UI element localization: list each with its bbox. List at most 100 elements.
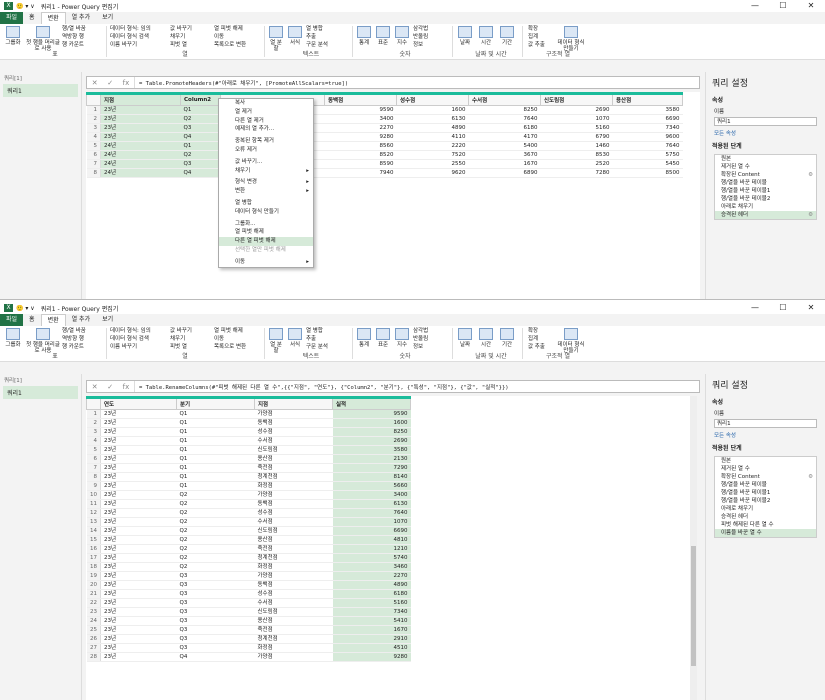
table-cell[interactable]: Q3 [180,123,221,133]
reverse-rows-button[interactable]: 역방향 행 [62,336,84,343]
close-icon[interactable]: ✕ [92,79,98,87]
tab-home[interactable]: 홈 [23,12,41,24]
table-cell[interactable]: 8560 [324,141,397,151]
group-by-button[interactable]: 그룹화 [2,328,24,348]
column-header[interactable]: 수서점 [468,92,541,106]
aggregate-button[interactable]: 집계 [528,34,538,41]
column-header[interactable]: 실적 [332,396,411,410]
table-cell[interactable]: 9590 [332,409,411,419]
table-cell[interactable]: 1210 [332,544,411,554]
date-button[interactable]: 날짜 [456,328,474,348]
table-cell[interactable]: 23년 [100,517,177,527]
table-cell[interactable]: Q2 [176,526,255,536]
table-cell[interactable]: 23년 [100,409,177,419]
aggregate-button[interactable]: 집계 [528,336,538,343]
tab-add-column[interactable]: 열 추가 [66,12,96,24]
context-menu-item[interactable]: 열 제거 [219,108,313,117]
applied-step[interactable]: 확장된 Content ⚙ [715,473,816,481]
table-cell[interactable]: Q2 [180,150,221,160]
table-cell[interactable]: 동백점 [254,499,333,509]
column-header[interactable]: 용산점 [612,92,683,106]
table-cell[interactable]: 8250 [468,105,541,115]
data-type-dropdown[interactable]: 데이터 형식: 임의 [110,328,151,335]
statistics-button[interactable]: 통계 [356,328,372,348]
context-menu-item[interactable]: 오류 제거 [219,146,313,155]
date-button[interactable]: 날짜 [456,26,474,46]
table-cell[interactable]: 3400 [332,490,411,500]
extract-button[interactable]: 추출 [306,34,316,41]
context-menu-item[interactable]: 변환 ▸ [219,187,313,196]
applied-step[interactable]: 행/열을 바꾼 테이블 [715,481,816,489]
table-cell[interactable]: 3670 [468,150,541,160]
table-cell[interactable]: 5160 [332,598,411,608]
applied-step[interactable]: 제거된 열 수 [715,163,816,171]
table-cell[interactable]: Q3 [176,580,255,590]
table-cell[interactable]: 24년 [100,150,181,160]
table-cell[interactable]: 1600 [332,418,411,428]
all-properties-link[interactable]: 모든 속성 [706,429,825,441]
gear-icon[interactable]: ⚙ [808,171,813,179]
table-cell[interactable]: 8250 [332,427,411,437]
table-cell[interactable]: 23년 [100,562,177,572]
table-cell[interactable]: Q1 [176,427,255,437]
split-column-button[interactable]: 열 분할 [268,328,284,354]
column-header[interactable]: 지점 [254,396,333,410]
table-cell[interactable]: 1670 [468,159,541,169]
table-cell[interactable]: 2550 [396,159,469,169]
table-cell[interactable]: 성수점 [254,589,333,599]
applied-step[interactable]: 원본 [715,155,816,163]
table-cell[interactable]: Q4 [180,132,221,142]
table-cell[interactable]: 23년 [100,123,181,133]
applied-step[interactable]: 피벗 해제된 다른 열 수 [715,521,816,529]
table-cell[interactable]: 23년 [100,652,177,662]
context-menu-item[interactable]: 다른 열 제거 [219,117,313,126]
table-cell[interactable]: 1070 [540,114,613,124]
context-menu-item[interactable]: 열 병합 [219,199,313,208]
table-cell[interactable]: 가양점 [254,490,333,500]
statistics-button[interactable]: 통계 [356,26,372,46]
applied-step[interactable]: 원본 [715,457,816,465]
context-menu-item[interactable]: 데이터 형식 만들기 [219,208,313,217]
table-cell[interactable]: Q2 [176,508,255,518]
column-header[interactable]: Column2 [180,92,221,106]
table-cell[interactable]: 9280 [324,132,397,142]
table-cell[interactable]: 1070 [332,517,411,527]
table-cell[interactable]: 신도림점 [254,526,333,536]
table-cell[interactable]: 5400 [468,141,541,151]
table-cell[interactable]: 23년 [100,589,177,599]
table-cell[interactable]: 4110 [396,132,469,142]
information-button[interactable]: 정보 [413,344,423,351]
column-header[interactable]: 신도림점 [540,92,613,106]
table-cell[interactable]: 6690 [612,114,683,124]
table-cell[interactable]: Q3 [176,616,255,626]
table-cell[interactable]: 3400 [324,114,397,124]
column-header[interactable]: 연도 [100,396,177,410]
context-menu-item[interactable]: 이동 ▸ [219,258,313,267]
parse-button[interactable]: 구문 분석 [306,344,328,351]
context-menu-item[interactable]: 채우기 ▸ [219,167,313,176]
table-cell[interactable]: 24년 [100,159,181,169]
table-cell[interactable]: 23년 [100,508,177,518]
tab-file[interactable]: 파일 [0,314,24,326]
table-cell[interactable]: 죽전점 [254,544,333,554]
trigonometry-button[interactable]: 삼각법 [413,26,428,33]
table-cell[interactable]: 23년 [100,105,181,115]
table-cell[interactable]: 3580 [612,105,683,115]
formula-bar[interactable]: ✕ ✓ fx = Table.PromoteHeaders(#"아래로 채우기", … [86,76,700,89]
table-cell[interactable]: Q3 [176,625,255,635]
context-menu-item[interactable]: 형식 변경 ▸ [219,178,313,187]
table-cell[interactable]: Q3 [176,598,255,608]
table-cell[interactable]: 5450 [612,159,683,169]
table-cell[interactable]: 5160 [540,123,613,133]
query-name-input[interactable]: 쿼리1 [714,419,817,428]
applied-step[interactable]: 아래로 채우기 [715,203,816,211]
table-cell[interactable]: 23년 [100,427,177,437]
convert-to-list-button[interactable]: 목록으로 변환 [214,42,246,49]
table-cell[interactable]: 죽전점 [254,463,333,473]
table-cell[interactable]: 5740 [332,553,411,563]
query-item[interactable]: 쿼리1 [3,386,78,399]
table-cell[interactable]: Q4 [176,652,255,662]
expand-button[interactable]: 확장 [528,328,538,335]
merge-columns-button[interactable]: 열 병합 [306,26,323,33]
parse-button[interactable]: 구문 분석 [306,42,328,49]
